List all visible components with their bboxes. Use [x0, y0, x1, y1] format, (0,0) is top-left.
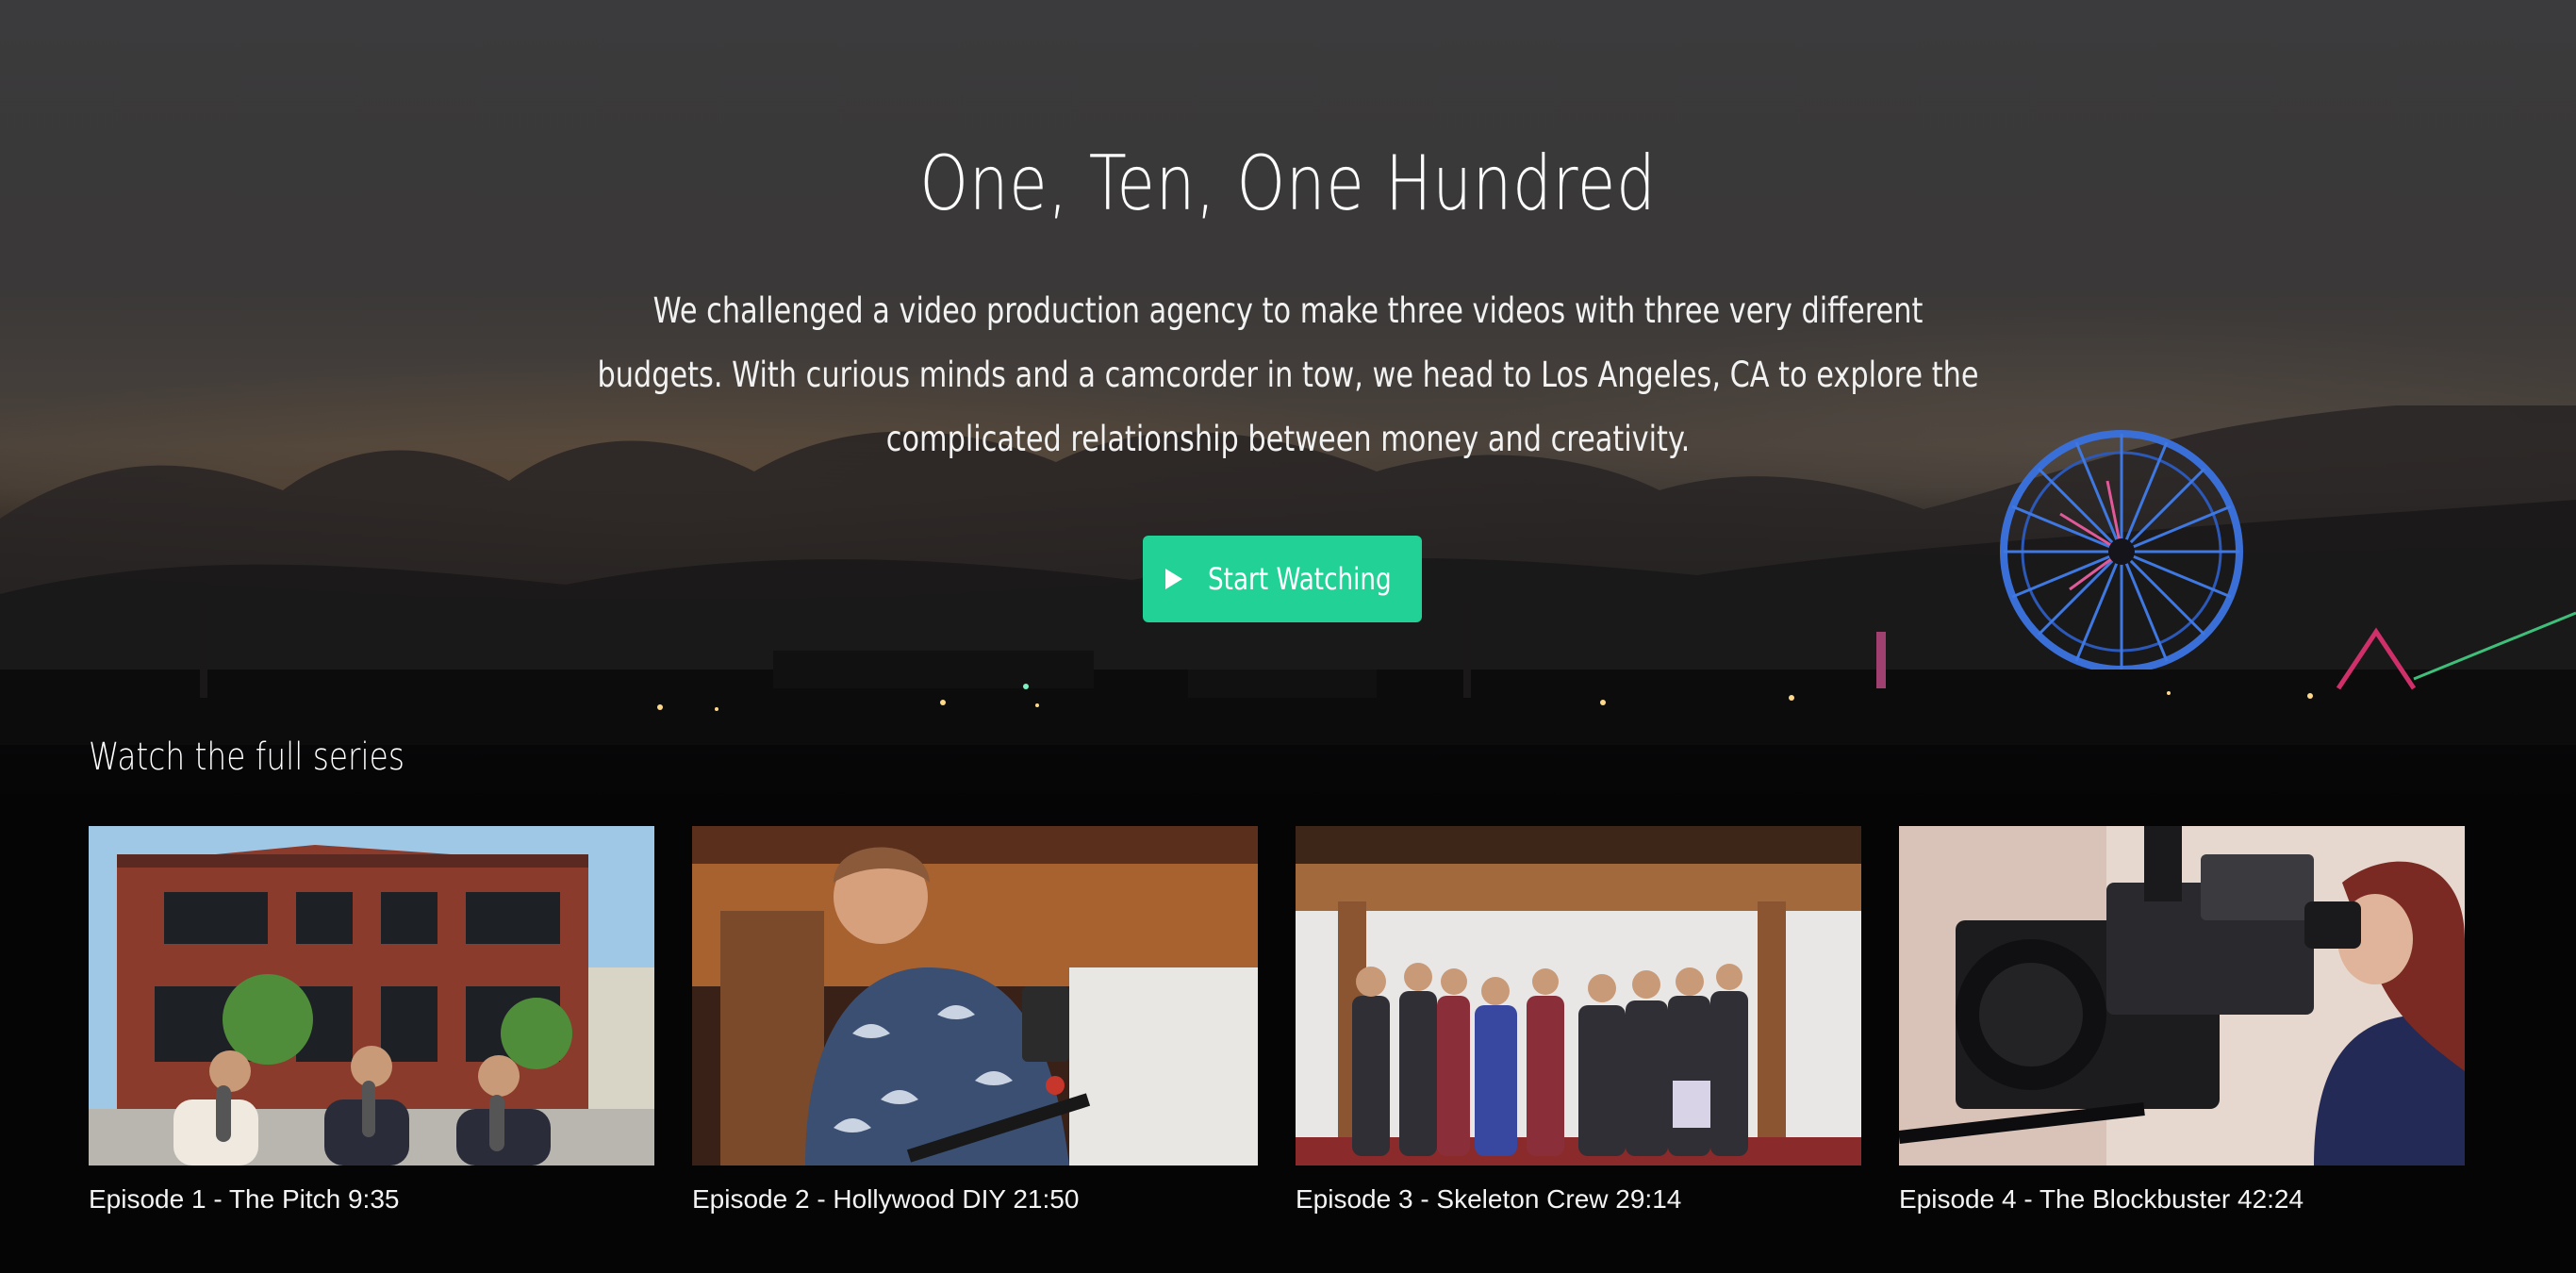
- hero-description: We challenged a video production agency …: [597, 290, 1979, 459]
- page-title: One, Ten, One Hundred: [919, 140, 1657, 227]
- episode-2-thumbnail[interactable]: [692, 826, 1258, 1166]
- episode-card-3[interactable]: Episode 3 - Skeleton Crew 29:14: [1296, 826, 1861, 1222]
- play-icon: [1165, 569, 1182, 589]
- pier-silhouette: [0, 603, 2576, 745]
- series-heading: Watch the full series: [89, 736, 405, 779]
- episode-list: Episode 1 - The Pitch 9:35 Episode 2 - H…: [89, 826, 2465, 1222]
- episode-4-thumbnail[interactable]: [1899, 826, 2465, 1166]
- episode-3-title[interactable]: Episode 3 - Skeleton Crew 29:14: [1296, 1184, 1861, 1215]
- episode-1-title[interactable]: Episode 1 - The Pitch 9:35: [89, 1184, 654, 1215]
- episode-4-title[interactable]: Episode 4 - The Blockbuster 42:24: [1899, 1184, 2465, 1215]
- episode-card-4[interactable]: Episode 4 - The Blockbuster 42:24: [1899, 826, 2465, 1222]
- start-watching-button[interactable]: Start Watching: [1143, 536, 1422, 622]
- episode-2-title[interactable]: Episode 2 - Hollywood DIY 21:50: [692, 1184, 1258, 1215]
- episode-1-thumbnail[interactable]: [89, 826, 654, 1166]
- episode-3-thumbnail[interactable]: [1296, 826, 1861, 1166]
- start-watching-label: Start Watching: [1208, 561, 1392, 597]
- episode-card-1[interactable]: Episode 1 - The Pitch 9:35: [89, 826, 654, 1222]
- episode-card-2[interactable]: Episode 2 - Hollywood DIY 21:50: [692, 826, 1258, 1222]
